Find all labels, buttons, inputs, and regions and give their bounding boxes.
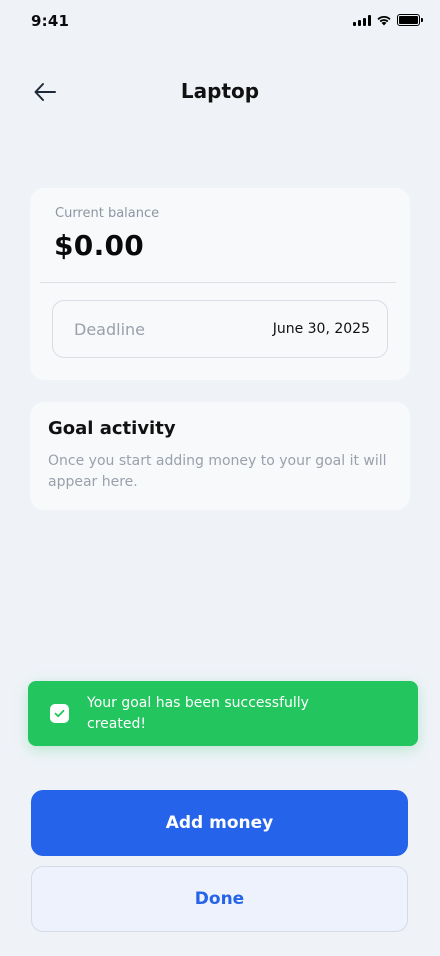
deadline-label: Deadline (74, 319, 145, 339)
add-money-button[interactable]: Add money (31, 790, 408, 856)
deadline-value: June 30, 2025 (272, 321, 370, 337)
wifi-icon (377, 15, 391, 26)
balance-value: $0.00 (54, 229, 145, 262)
goal-activity-empty-text: Once you start adding money to your goal… (48, 453, 387, 490)
checkbox-check-icon (50, 704, 69, 723)
toast-message: Your goal has been successfully created! (87, 695, 309, 732)
page-title: Laptop (180, 79, 260, 103)
done-button[interactable]: Done (31, 866, 408, 932)
status-time: 9:41 (31, 12, 70, 30)
divider (40, 282, 396, 283)
balance-card: Current balance $0.00 Deadline June 30, … (30, 188, 410, 380)
goal-activity-card: Goal activity Once you start adding mone… (30, 402, 410, 510)
goal-detail-screen: 9:41 Laptop Current balance $0.00 Deadli… (0, 0, 440, 956)
goal-activity-title: Goal activity (48, 418, 176, 439)
deadline-field[interactable]: Deadline June 30, 2025 (52, 300, 388, 358)
battery-icon (397, 14, 423, 26)
balance-label: Current balance (55, 206, 160, 221)
success-toast: Your goal has been successfully created! (28, 681, 418, 746)
status-icons (353, 14, 423, 26)
cellular-signal-icon (353, 14, 371, 26)
